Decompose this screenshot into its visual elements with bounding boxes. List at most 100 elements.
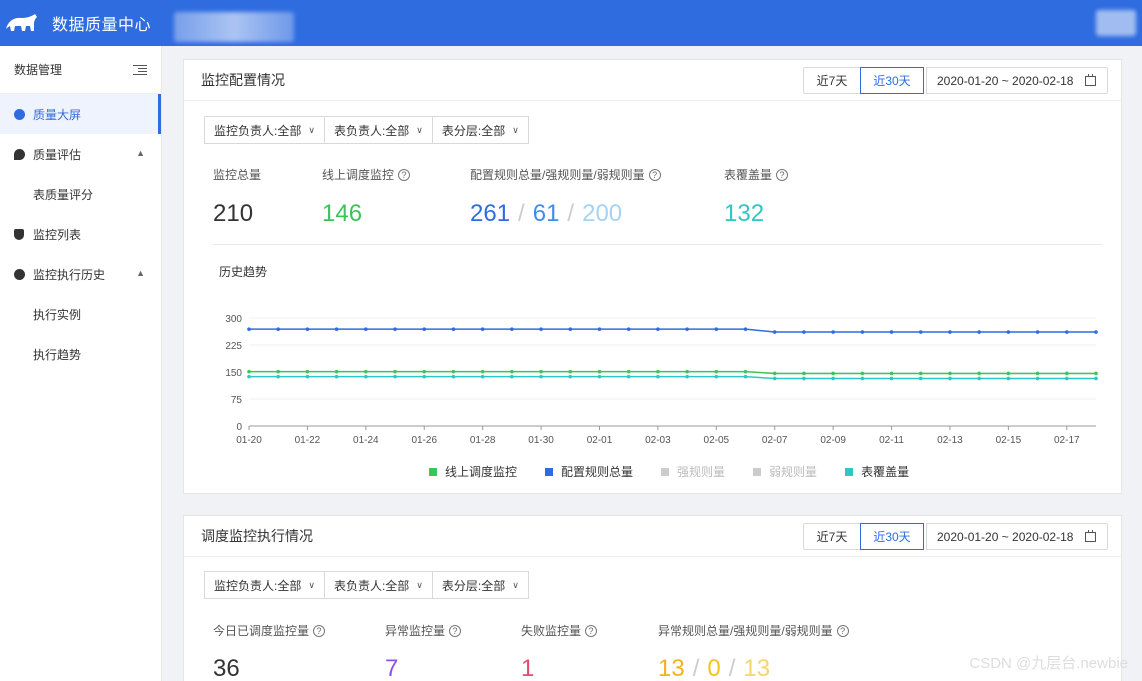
legend-swatch [429, 467, 437, 476]
data-point [451, 327, 456, 331]
abnormal-rules-weak: 13 [743, 655, 771, 681]
sidebar-item-label: 质量大屏 [33, 107, 82, 122]
help-icon[interactable]: ? [648, 168, 661, 181]
sidebar-item-quality-dashboard[interactable]: 质量大屏 [0, 94, 161, 134]
data-point [334, 369, 339, 374]
calendar-icon [1085, 529, 1097, 542]
chevron-down-icon: ∨ [416, 579, 423, 590]
data-point [772, 371, 777, 376]
card-title: 监控配置情况 [201, 72, 285, 88]
data-point [889, 371, 894, 376]
data-point [364, 374, 368, 379]
legend-item[interactable]: 配置规则总量 [545, 463, 633, 480]
monitor-owner-filter[interactable]: 监控负责人:全部 ∨ [205, 572, 325, 598]
rules-weak-value: 200 [582, 200, 623, 227]
failed-monitors-label: 失败监控量? [521, 622, 598, 639]
data-point [743, 369, 748, 374]
data-point [510, 327, 514, 331]
data-point [1094, 371, 1098, 376]
user-avatar[interactable] [1096, 10, 1136, 36]
legend-swatch [661, 467, 670, 476]
data-point [393, 327, 397, 331]
table-owner-filter[interactable]: 表负责人:全部 ∨ [325, 117, 433, 143]
card-header: 监控配置情况 近7天 近30天 2020-01-20 ~ 2020-02-18 [184, 60, 1121, 101]
date-range-picker[interactable]: 2020-01-20 ~ 2020-02-18 [926, 523, 1108, 550]
help-icon[interactable]: ? [585, 624, 598, 637]
failed-monitors-value: 1 [521, 655, 535, 681]
help-icon[interactable]: ? [776, 168, 789, 181]
card-title: 调度监控执行情况 [201, 528, 313, 544]
data-point [1094, 330, 1098, 334]
data-point [568, 369, 573, 374]
last-7-days-button[interactable]: 近7天 [803, 67, 861, 94]
logo-icon [6, 14, 37, 31]
table-layer-filter[interactable]: 表分层:全部 ∨ [433, 572, 528, 598]
date-range-selector: 近7天 近30天 2020-01-20 ~ 2020-02-18 [803, 67, 1108, 94]
monitor-config-card: 监控配置情况 近7天 近30天 2020-01-20 ~ 2020-02-18 … [183, 59, 1122, 494]
legend-swatch [845, 467, 854, 476]
table-owner-filter[interactable]: 表负责人:全部 ∨ [325, 572, 433, 598]
data-point [334, 327, 339, 331]
data-point [364, 369, 368, 374]
filter-group: 监控负责人:全部 ∨ 表负责人:全部 ∨ 表分层:全部 ∨ [204, 116, 529, 144]
x-tick-label: 01-30 [528, 435, 554, 446]
legend-item[interactable]: 强规则量 [661, 463, 725, 480]
sidebar-item-execution-instances[interactable]: 执行实例 [0, 294, 161, 334]
watermark: CSDN @九层台.newbie [969, 655, 1128, 672]
monitor-owner-filter[interactable]: 监控负责人:全部 ∨ [205, 117, 325, 143]
sidebar-item-execution-trend[interactable]: 执行趋势 [0, 334, 161, 374]
abnormal-rules-strong: 0 [707, 655, 721, 681]
table-layer-filter[interactable]: 表分层:全部 ∨ [433, 117, 528, 143]
chevron-down-icon: ∨ [512, 579, 519, 590]
history-trend-chart: 0 75 150 225 300 01-20 01-22 01-24 01-26 01-28 01-… [225, 314, 1098, 446]
y-tick-label: 75 [231, 395, 243, 406]
sidebar-item-label: 监控列表 [33, 227, 82, 242]
today-scheduled-value: 36 [213, 655, 240, 681]
data-point [948, 330, 952, 334]
data-point [1064, 330, 1069, 334]
data-point [1094, 376, 1098, 381]
filter-label: 表分层:全部 [441, 578, 506, 593]
last-30-days-button[interactable]: 近30天 [860, 523, 924, 550]
y-tick-label: 0 [236, 422, 242, 433]
last-7-days-button[interactable]: 近7天 [803, 523, 861, 550]
legend-item[interactable]: 表覆盖量 [845, 463, 909, 480]
data-point [977, 330, 981, 334]
data-point [802, 330, 806, 334]
today-scheduled-label: 今日已调度监控量? [213, 622, 326, 639]
x-tick-label: 02-01 [587, 435, 613, 446]
last-30-days-button[interactable]: 近30天 [860, 67, 924, 94]
clock-icon [14, 268, 25, 280]
data-point [918, 371, 923, 376]
legend-label: 弱规则量 [769, 465, 818, 479]
data-point [626, 327, 631, 331]
menu-collapse-icon[interactable] [133, 64, 147, 76]
sidebar-item-quality-assessment[interactable]: 质量评估 ▲ [0, 134, 161, 174]
legend-item[interactable]: 线上调度监控 [429, 463, 517, 480]
sidebar-item-monitor-history[interactable]: 监控执行历史 ▲ [0, 254, 161, 294]
x-tick-label: 02-11 [879, 435, 904, 446]
help-icon[interactable]: ? [836, 624, 849, 637]
date-range-picker[interactable]: 2020-01-20 ~ 2020-02-18 [926, 67, 1108, 94]
data-point [772, 330, 777, 334]
sidebar-item-table-quality-score[interactable]: 表质量评分 [0, 174, 161, 214]
data-point [626, 374, 631, 379]
rules-label: 配置规则总量/强规则量/弱规则量? [470, 166, 661, 183]
data-point [743, 374, 748, 379]
sidebar-item-label: 执行实例 [33, 307, 82, 322]
help-icon[interactable]: ? [398, 168, 411, 181]
x-tick-label: 01-20 [236, 435, 262, 446]
sidebar-item-monitor-list[interactable]: 监控列表 [0, 214, 161, 254]
help-icon[interactable]: ? [313, 624, 326, 637]
data-point [364, 327, 368, 331]
data-point [860, 376, 865, 381]
legend-item[interactable]: 弱规则量 [753, 463, 817, 480]
data-point [1035, 371, 1040, 376]
online-monitors-label: 线上调度监控? [322, 166, 411, 183]
data-point [977, 376, 981, 381]
coverage-value: 132 [724, 200, 765, 227]
data-point [480, 369, 485, 374]
help-icon[interactable]: ? [449, 624, 462, 637]
data-point [480, 374, 485, 379]
data-point [1064, 376, 1069, 381]
